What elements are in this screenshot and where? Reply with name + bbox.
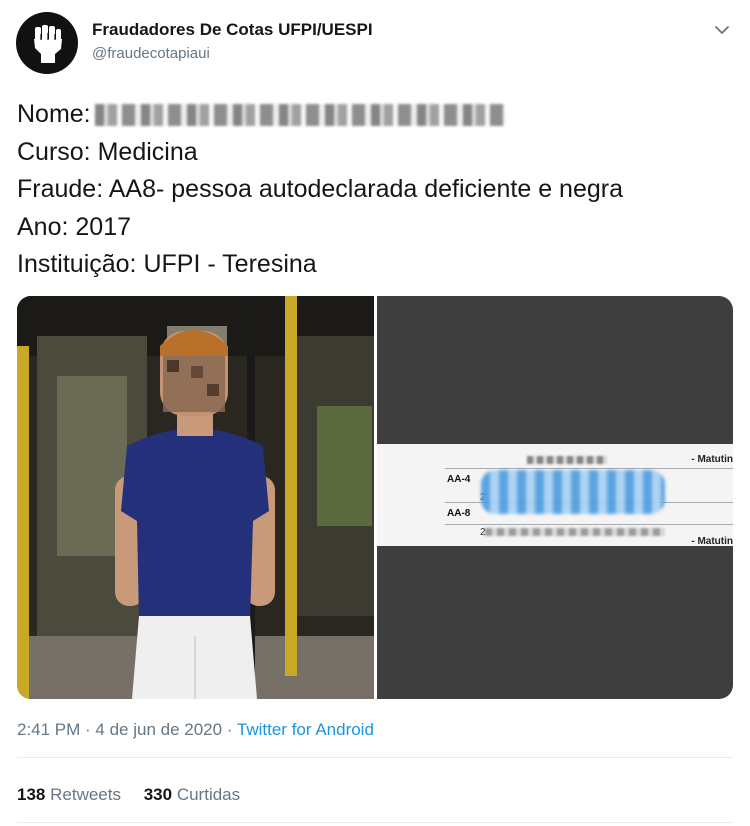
display-name[interactable]: Fraudadores De Cotas UFPI/UESPI [92,20,373,40]
line-value: UFPI - Teresina [143,250,317,278]
photo-illustration [17,296,374,699]
redacted-highlight [481,470,665,514]
media-document[interactable]: - Matutin AA-4 2 AA-8 2 - Matutin [377,296,733,699]
chevron-down-icon[interactable] [712,20,732,40]
redacted-course [527,456,607,464]
line-label: Nome: [17,100,91,128]
tweet-line-fraude: Fraude: AA8- pessoa autodeclarada defici… [17,171,737,209]
separator: · [222,720,237,739]
author-block[interactable]: Fraudadores De Cotas UFPI/UESPI @fraudec… [92,20,373,62]
retweets-count: 138 [17,785,46,804]
likes-count: 330 [143,785,173,804]
avatar[interactable] [16,12,78,74]
line-value: AA8- pessoa autodeclarada deficiente e n… [108,175,623,203]
retweets-label: Retweets [50,785,121,804]
doc-rule [445,524,733,525]
line-value: 2017 [75,212,132,241]
doc-code-aa4: AA-4 [447,474,471,485]
tweet-timestamp: 2:41 PM · 4 de jun de 2020 · Twitter for… [17,720,374,740]
tweet-line-nome: Nome: [17,96,737,134]
doc-footer: - Matutin [691,536,733,547]
line-label: Instituição: [17,250,137,278]
retweets-stat[interactable]: 138 Retweets [17,785,121,804]
tweet-stats: 138 Retweets 330 Curtidas [17,785,258,805]
line-label: Ano: [17,212,69,241]
tweet-date[interactable]: 4 de jun de 2020 [95,720,222,739]
likes-label: Curtidas [176,785,241,804]
divider [17,757,733,758]
separator: · [80,720,96,739]
source-link[interactable]: Twitter for Android [237,720,374,739]
doc-rule [445,468,733,469]
redacted-name-row [485,528,665,536]
handle[interactable]: @fraudecotapiaui [92,45,373,62]
doc-header: - Matutin [691,454,733,465]
tweet-line-curso: Curso: Medicina [17,134,737,172]
line-value: Medicina [97,137,198,166]
divider [17,822,733,823]
tweet-line-ano: Ano: 2017 [17,209,737,247]
tweet-line-instituicao: Instituição: UFPI - Teresina [17,246,737,284]
tweet-time[interactable]: 2:41 PM [17,720,80,739]
doc-code-aa8: AA-8 [447,508,471,519]
likes-stat[interactable]: 330 Curtidas [144,785,240,804]
media-grid: - Matutin AA-4 2 AA-8 2 - Matutin [17,296,733,699]
media-photo-person[interactable] [17,296,374,699]
document-excerpt: - Matutin AA-4 2 AA-8 2 - Matutin [377,444,733,547]
raised-fist-icon [34,25,62,63]
line-label: Curso: [17,137,91,166]
line-label: Fraude: [17,175,104,203]
tweet-text: Nome: Curso: Medicina Fraude: AA8- pesso… [17,96,737,284]
redacted-name [94,104,505,127]
